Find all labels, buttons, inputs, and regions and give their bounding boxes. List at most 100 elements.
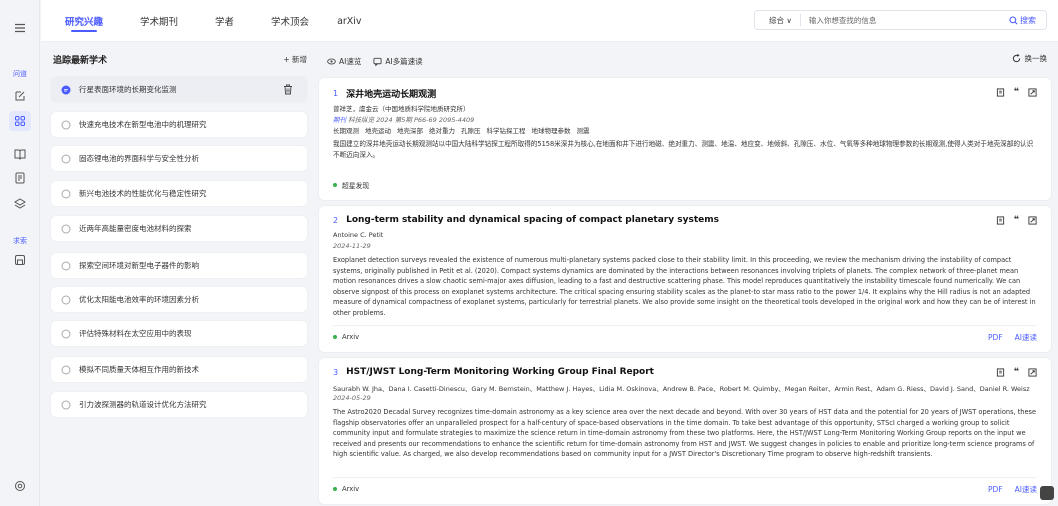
paper-card: 3 HST/JWST Long-Term Monitoring Working …: [319, 358, 1051, 504]
tab-research-interest[interactable]: 研究兴趣: [65, 0, 103, 42]
assistant-chat-icon[interactable]: [1040, 486, 1054, 500]
keyword[interactable]: 孔隙压: [461, 127, 481, 135]
source-dot: [333, 334, 337, 339]
refresh-button[interactable]: 换一换: [1012, 53, 1048, 64]
paper-title-row: 1 深井地壳运动长期观测: [333, 87, 436, 100]
paper-title[interactable]: Long-term stability and dynamical spacin…: [346, 215, 719, 225]
pdf-link[interactable]: PDF: [988, 485, 1003, 494]
search-button[interactable]: 搜索: [1009, 15, 1046, 26]
chat-bubble-icon: [61, 189, 71, 199]
topic-item[interactable]: 模拟不同质量天体相互作用的新技术: [51, 357, 307, 382]
paper-title[interactable]: HST/JWST Long-Term Monitoring Working Gr…: [346, 367, 654, 377]
paper-footer: Arxiv PDF AI速读: [333, 325, 1037, 347]
search-button-label: 搜索: [1020, 15, 1036, 25]
tab-journals[interactable]: 学术期刊: [140, 0, 178, 42]
paper-title[interactable]: 深井地壳运动长期观测: [346, 87, 436, 100]
topic-item[interactable]: 行星表面环境的长期变化监测: [51, 77, 307, 102]
paper-actions: ❝: [987, 367, 1037, 377]
tab-conferences[interactable]: 学术顶会: [271, 0, 309, 42]
ai-multi-read-label: AI多篇速读: [385, 56, 423, 66]
paper-actions: ❝: [987, 215, 1037, 225]
paper-date: 2024-05-29: [333, 394, 371, 402]
keyword[interactable]: 地壳运动: [365, 127, 391, 135]
chat-bubble-icon: [61, 85, 71, 95]
bookmark-icon[interactable]: [996, 367, 1005, 377]
topic-item[interactable]: 引力波探测器的轨道设计优化方法研究: [51, 392, 307, 417]
topic-label: 近两年高能量密度电池材料的探索: [79, 224, 192, 233]
topic-item[interactable]: 评估特殊材料在太空应用中的表现: [51, 321, 307, 346]
grid-icon[interactable]: [0, 111, 40, 131]
quote-icon[interactable]: ❝: [1014, 215, 1019, 225]
add-topic-button[interactable]: + 新增: [283, 54, 307, 65]
paper-source: Arxiv: [342, 484, 360, 493]
edit-icon[interactable]: [0, 86, 40, 106]
topic-item[interactable]: 探索空间环境对新型电子器件的影响: [51, 253, 307, 278]
topic-item[interactable]: 新兴电池技术的性能优化与稳定性研究: [51, 181, 307, 206]
paper-links: PDF AI速读: [976, 326, 1037, 348]
settings-icon[interactable]: [0, 476, 40, 496]
topic-item[interactable]: 固态锂电池的界面科学与安全性分析: [51, 146, 307, 171]
topic-item[interactable]: 近两年高能量密度电池材料的探索: [51, 216, 307, 241]
paper-index: 2: [333, 215, 339, 225]
paper-date: 2024-11-29: [333, 242, 371, 250]
bookmark-icon[interactable]: [996, 215, 1005, 225]
bookmark-icon[interactable]: [996, 87, 1005, 97]
paper-abstract: Exoplanet detection surveys revealed the…: [333, 256, 1036, 317]
topic-label: 优化太阳能电池效率的环境因素分析: [79, 295, 199, 304]
paper-footer: Arxiv PDF AI速读: [333, 477, 1037, 499]
paper-journal-info: 科技纵览 2024 第5期 P66-69 2095-4409: [348, 116, 475, 124]
book-icon[interactable]: [0, 144, 40, 164]
save-icon[interactable]: [0, 250, 40, 270]
paper-card: 2 Long-term stability and dynamical spac…: [319, 206, 1051, 352]
keyword[interactable]: 长期观测: [333, 127, 359, 135]
chat-bubble-icon: [61, 224, 71, 234]
paper-journal-line: 期刊 科技纵览 2024 第5期 P66-69 2095-4409: [333, 114, 474, 124]
tab-arxiv[interactable]: arXiv: [337, 0, 362, 42]
search-scope-select[interactable]: 综合 ∨: [755, 14, 801, 26]
refresh-icon: [1012, 54, 1020, 63]
keyword[interactable]: 地球物理参数: [532, 127, 571, 135]
ai-quick-view-button[interactable]: AI速览: [327, 56, 361, 67]
chat-bubble-icon: [61, 329, 71, 339]
refresh-label: 换一换: [1024, 54, 1048, 63]
topic-panel: 追踪最新学术 + 新增 行星表面环境的长期变化监测 快速充电技术在新型电池中的机…: [41, 43, 319, 506]
chat-bubble-icon: [61, 400, 71, 410]
export-icon[interactable]: [1028, 367, 1037, 377]
ai-read-link[interactable]: AI速读: [1015, 332, 1037, 343]
paper-authors: Antoine C. Petit: [333, 231, 384, 239]
trash-icon[interactable]: [283, 84, 293, 95]
keyword[interactable]: 测震: [577, 127, 590, 135]
topic-item[interactable]: 快速充电技术在新型电池中的机理研究: [51, 112, 307, 137]
ai-multi-read-button[interactable]: AI多篇速读: [373, 56, 423, 67]
ai-quick-view-label: AI速览: [339, 56, 362, 66]
quote-icon[interactable]: ❝: [1014, 87, 1019, 97]
quote-icon[interactable]: ❝: [1014, 367, 1019, 377]
ai-read-link[interactable]: AI速读: [1015, 484, 1037, 495]
layers-icon[interactable]: [0, 194, 40, 214]
paper-source: Arxiv: [342, 332, 360, 341]
paper-source: 超星发现: [342, 182, 370, 190]
keyword[interactable]: 地壳深部: [397, 127, 423, 135]
source-dot: [333, 486, 337, 491]
topic-panel-header: 追踪最新学术 + 新增: [53, 53, 307, 66]
search-input[interactable]: 输入你想查找的信息: [801, 15, 1009, 26]
export-icon[interactable]: [1028, 215, 1037, 225]
top-nav: 研究兴趣 学术期刊 学者 学术顶会 arXiv 综合 ∨ 输入你想查找的信息 搜…: [41, 0, 1058, 42]
keyword[interactable]: 科学钻探工程: [487, 127, 526, 135]
paper-index: 3: [333, 367, 339, 377]
tab-scholars[interactable]: 学者: [215, 0, 234, 42]
document-icon[interactable]: [0, 168, 40, 188]
eye-icon: [327, 58, 336, 64]
topic-label: 行星表面环境的长期变化监测: [79, 85, 177, 94]
paper-abstract: The Astro2020 Decadal Survey recognizes …: [333, 408, 1037, 458]
pdf-link[interactable]: PDF: [988, 333, 1003, 342]
chat-bubble-icon: [61, 120, 71, 130]
keyword[interactable]: 绝对重力: [429, 127, 455, 135]
export-icon[interactable]: [1028, 87, 1037, 97]
paper-title-row: 2 Long-term stability and dynamical spac…: [333, 215, 719, 225]
topic-label: 新兴电池技术的性能优化与稳定性研究: [79, 189, 207, 198]
rail-label-ask: 问道: [13, 70, 27, 78]
topic-label: 快速充电技术在新型电池中的机理研究: [79, 120, 207, 129]
menu-icon[interactable]: [0, 18, 40, 38]
topic-item[interactable]: 优化太阳能电池效率的环境因素分析: [51, 287, 307, 312]
